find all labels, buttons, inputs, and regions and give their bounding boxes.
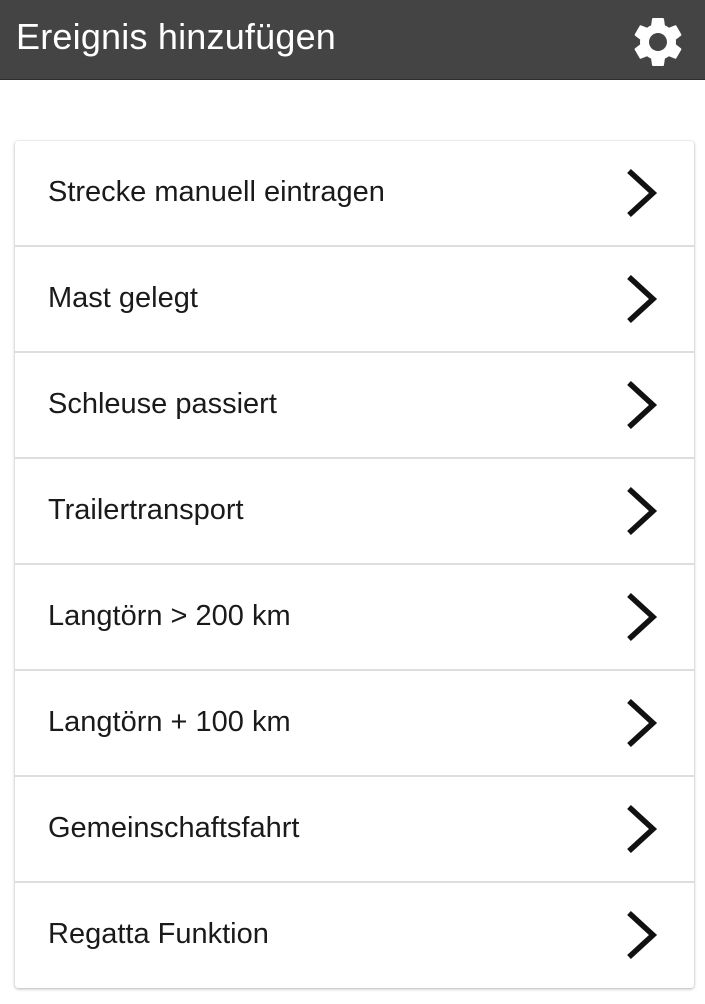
menu-item-label: Gemeinschaftsfahrt: [48, 812, 300, 844]
menu-item-label: Trailertransport: [48, 494, 244, 526]
chevron-right-icon: [621, 907, 661, 963]
page-title: Ereignis hinzufügen: [16, 16, 337, 57]
gear-icon: [634, 17, 682, 67]
menu-item[interactable]: Schleuse passiert: [15, 353, 694, 459]
event-menu-list: Strecke manuell eintragen Mast gelegt Sc…: [15, 141, 694, 988]
event-menu-card: Strecke manuell eintragen Mast gelegt Sc…: [15, 141, 694, 988]
menu-item[interactable]: Langtörn > 200 km: [15, 565, 694, 671]
chevron-right-icon: [621, 377, 661, 433]
chevron-right-icon: [621, 483, 661, 539]
chevron-right-icon: [621, 271, 661, 327]
app-bar: Ereignis hinzufügen: [0, 0, 705, 80]
menu-item-label: Mast gelegt: [48, 282, 198, 314]
menu-item-label: Strecke manuell eintragen: [48, 176, 385, 208]
menu-item[interactable]: Gemeinschaftsfahrt: [15, 777, 694, 883]
menu-item[interactable]: Regatta Funktion: [15, 883, 694, 988]
settings-button[interactable]: [628, 12, 688, 72]
menu-item-label: Schleuse passiert: [48, 388, 277, 420]
menu-item[interactable]: Strecke manuell eintragen: [15, 141, 694, 247]
menu-item[interactable]: Mast gelegt: [15, 247, 694, 353]
chevron-right-icon: [621, 695, 661, 751]
menu-item[interactable]: Trailertransport: [15, 459, 694, 565]
chevron-right-icon: [621, 801, 661, 857]
chevron-right-icon: [621, 165, 661, 221]
menu-item[interactable]: Langtörn + 100 km: [15, 671, 694, 777]
menu-item-label: Langtörn + 100 km: [48, 706, 291, 738]
menu-item-label: Regatta Funktion: [48, 918, 269, 950]
chevron-right-icon: [621, 589, 661, 645]
menu-item-label: Langtörn > 200 km: [48, 600, 291, 632]
